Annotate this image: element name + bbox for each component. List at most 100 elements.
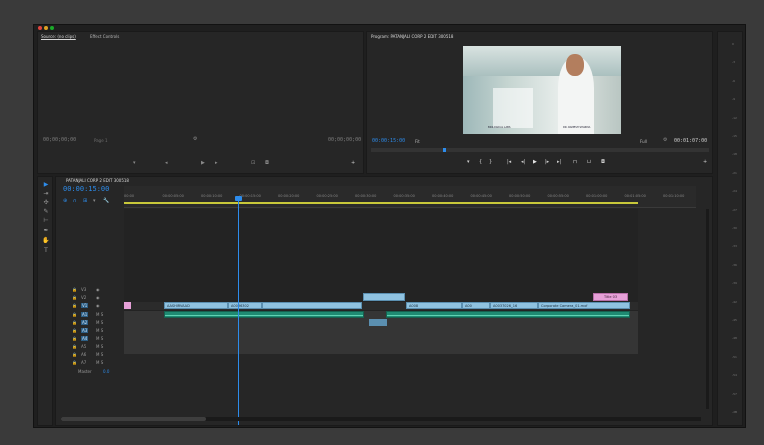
clip-corporate-camera[interactable]: Corporate Camera_01.mxf [538,302,630,309]
source-settings-icon[interactable]: ⚙ [193,136,197,142]
pen-tool-icon[interactable]: ✒ [42,227,50,234]
track-lock-icon[interactable]: 🔒 [72,287,77,292]
step-back-icon[interactable]: ◂| [521,159,525,165]
work-area-bar[interactable] [124,202,638,204]
razor-tool-icon[interactable]: ✎ [42,208,50,215]
toggle-output-eye-icon[interactable]: ◉ [96,295,100,300]
mute-icon[interactable]: M S [96,312,103,317]
mute-icon[interactable]: M S [96,336,103,341]
track-header-a4[interactable]: 🔒 A4 M S [56,335,122,342]
playhead-head[interactable] [235,196,242,201]
source-step-back-icon[interactable]: ◂ [165,160,168,166]
audio-clip-a1-1[interactable] [164,311,364,318]
fit-select[interactable]: Fit [415,139,420,144]
master-track-header[interactable]: Master 0.0 [56,368,122,375]
mute-icon[interactable]: M S [96,320,103,325]
play-button[interactable]: ▶ [533,159,537,165]
clip-a0036302[interactable]: A0036302 [228,302,262,309]
nest-toggle-icon[interactable]: ⊕ [63,198,67,204]
slip-tool-icon[interactable]: ⊢ [42,217,50,224]
effect-controls-tab[interactable]: Effect Controls [90,34,119,39]
zoom-window-button[interactable] [50,26,54,30]
source-export-frame-icon[interactable]: ◘ [265,160,269,166]
track-lock-icon[interactable]: 🔒 [72,312,77,317]
source-insert-icon[interactable]: ⊡ [251,160,255,166]
selection-tool-icon[interactable]: ▶ [42,181,50,188]
timeline-playhead[interactable] [238,199,239,425]
go-to-in-icon[interactable]: |◂ [507,159,511,165]
track-lock-icon[interactable]: 🔒 [72,328,77,333]
clip-aashirvaad[interactable]: AASHIRVAAD [164,302,228,309]
linked-selection-icon[interactable]: ⊞ [83,198,87,204]
timeline-vertical-scrollbar[interactable] [706,209,709,409]
ripple-edit-tool-icon[interactable]: ✣ [42,199,50,206]
track-lock-icon[interactable]: 🔒 [72,303,77,308]
source-page-select[interactable]: Page 1 [94,138,108,143]
track-label[interactable]: A6 [81,352,86,357]
track-label[interactable]: A5 [81,344,86,349]
track-label[interactable]: A3 [81,328,89,333]
track-select-tool-icon[interactable]: ⇥ [42,190,50,197]
track-header-a2[interactable]: 🔒 A2 M S [56,319,122,326]
track-header-v3[interactable]: 🔒 V3 ◉ [56,286,122,293]
extract-icon[interactable]: ⊔ [587,159,591,165]
track-label[interactable]: A7 [81,360,86,365]
snap-icon[interactable]: ∩ [73,198,77,204]
quality-select[interactable]: Full [640,139,647,144]
mark-in-icon[interactable]: { [479,159,482,165]
program-tab[interactable]: Program: PATANJALI CORP 2 EDIT 300518 [371,34,453,39]
lift-icon[interactable]: ⊓ [573,159,577,165]
toggle-output-eye-icon[interactable]: ◉ [96,303,100,308]
timeline-tab[interactable]: PATANJALI CORP 2 EDIT 300518 [66,178,129,183]
track-header-a3[interactable]: 🔒 A3 M S [56,327,122,334]
track-lock-icon[interactable]: 🔒 [72,295,77,300]
track-lock-icon[interactable]: 🔒 [72,320,77,325]
track-label[interactable]: A2 [81,320,89,325]
clip-a008[interactable]: A008 [406,302,462,309]
master-value[interactable]: 0.0 [103,369,109,374]
minimize-window-button[interactable] [44,26,48,30]
source-mark-in-icon[interactable]: ▾ [133,160,136,166]
clip-a0037026[interactable]: A0037026_16 [490,302,538,309]
toggle-output-eye-icon[interactable]: ◉ [96,287,100,292]
program-scrubber[interactable] [371,148,709,152]
go-to-out-icon[interactable]: ▸| [557,159,561,165]
track-lock-icon[interactable]: 🔒 [72,336,77,341]
scroll-thumb[interactable] [61,417,206,421]
marker-icon[interactable]: ▾ [467,159,470,165]
source-tab[interactable]: Source: (no clips) [41,34,76,39]
mute-icon[interactable]: M S [96,352,103,357]
add-marker-icon[interactable]: ▾ [93,198,96,204]
track-label[interactable]: V3 [81,287,86,292]
clip-v1-mid[interactable] [262,302,362,309]
track-header-a5[interactable]: 🔒 A5 M S [56,343,122,350]
clip-title-03[interactable]: Title 03 [593,293,628,301]
mark-out-icon[interactable]: } [489,159,492,165]
track-label[interactable]: V2 [81,295,86,300]
track-label[interactable]: A1 [81,312,89,317]
source-add-button[interactable]: + [351,160,355,166]
audio-clip-a2[interactable] [369,319,387,326]
timeline-horizontal-scrollbar[interactable] [61,417,701,421]
type-tool-icon[interactable]: T [42,247,50,254]
track-label[interactable]: V1 [81,303,89,308]
v2-clip-block[interactable] [363,293,405,301]
track-lock-icon[interactable]: 🔒 [72,352,77,357]
timeline-settings-icon[interactable]: 🔧 [103,198,109,204]
track-header-v2[interactable]: 🔒 V2 ◉ [56,294,122,301]
source-step-forward-icon[interactable]: ▸ [215,160,218,166]
pink-clip-start[interactable] [124,302,131,309]
track-header-a7[interactable]: 🔒 A7 M S [56,359,122,366]
program-playhead-marker[interactable] [443,148,446,152]
track-header-a6[interactable]: 🔒 A6 M S [56,351,122,358]
mute-icon[interactable]: M S [96,328,103,333]
track-header-v1[interactable]: 🔒 V1 ◉ [56,302,122,309]
mute-icon[interactable]: M S [96,344,103,349]
step-forward-icon[interactable]: |▸ [545,159,549,165]
source-play-icon[interactable]: ▶ [201,160,205,166]
program-add-button[interactable]: + [703,159,707,165]
clip-a00[interactable]: A00 [462,302,490,309]
program-settings-icon[interactable]: ⚙ [663,137,667,143]
track-label[interactable]: A4 [81,336,89,341]
track-lock-icon[interactable]: 🔒 [72,344,77,349]
